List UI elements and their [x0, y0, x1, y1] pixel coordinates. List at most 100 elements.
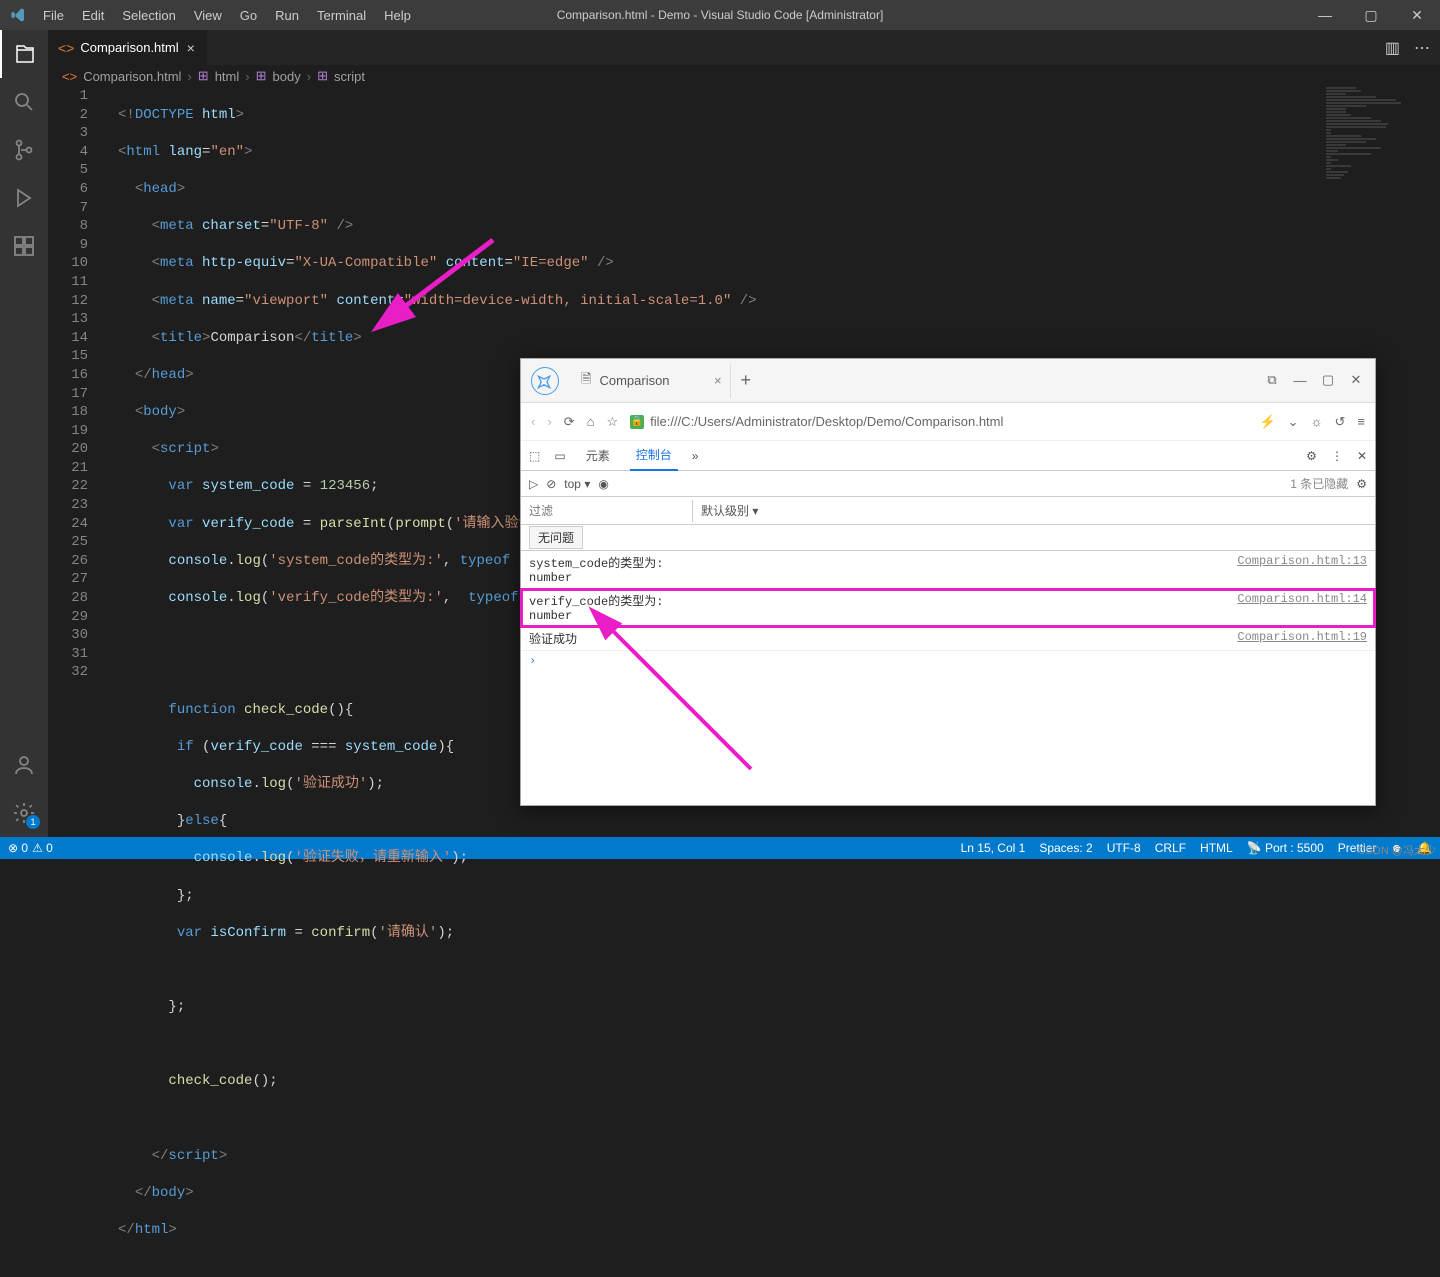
nav-back-icon[interactable]: ‹ [531, 414, 535, 429]
tab-comparison[interactable]: <> Comparison.html × [48, 30, 208, 65]
browser-maximize-icon[interactable]: ▢ [1315, 369, 1341, 391]
window-title: Comparison.html - Demo - Visual Studio C… [557, 8, 884, 22]
device-icon[interactable]: ▭ [554, 449, 565, 463]
breadcrumb-body[interactable]: body [273, 69, 301, 84]
window-minimize-icon[interactable]: — [1302, 0, 1348, 30]
settings-gear-icon[interactable]: 1 [0, 789, 48, 837]
lock-icon: 🔒 [630, 415, 644, 429]
breadcrumb-file[interactable]: Comparison.html [83, 69, 181, 84]
breadcrumb-html[interactable]: html [215, 69, 240, 84]
nav-home-icon[interactable]: ⌂ [587, 414, 595, 429]
browser-new-tab-icon[interactable]: + [731, 366, 762, 395]
devtools-tab-console[interactable]: 控制台 [630, 440, 678, 471]
menu-run[interactable]: Run [267, 4, 307, 27]
status-liveserver[interactable]: 📡 Port : 5500 [1247, 841, 1324, 855]
console-clear-icon[interactable]: ⊘ [546, 477, 556, 491]
devtools-tabbar: ⬚ ▭ 元素 控制台 » ⚙ ⋮ ✕ [521, 441, 1375, 471]
window-close-icon[interactable]: ✕ [1394, 0, 1440, 30]
menu-go[interactable]: Go [232, 4, 265, 27]
run-debug-icon[interactable] [0, 174, 48, 222]
minimap[interactable] [1326, 87, 1426, 207]
browser-menu-icon[interactable]: ≡ [1357, 414, 1365, 429]
console-source-link[interactable]: Comparison.html:14 [1237, 592, 1367, 623]
theme-icon[interactable]: ☼ [1311, 414, 1323, 429]
console-row: system_code的类型为: number Comparison.html:… [521, 551, 1375, 589]
flash-icon[interactable]: ⚡ [1259, 414, 1275, 430]
tab-close-icon[interactable]: × [185, 38, 197, 58]
menu-edit[interactable]: Edit [74, 4, 112, 27]
console-level-select[interactable]: 默认级别 ▾ [693, 498, 766, 523]
split-editor-icon[interactable]: ▥ [1385, 38, 1400, 58]
console-messages: system_code的类型为: number Comparison.html:… [521, 551, 1375, 671]
browser-tab[interactable]: 🗎 Comparison × [569, 364, 731, 398]
browser-tab-close-icon[interactable]: × [714, 373, 722, 388]
browser-tab-title: Comparison [599, 373, 669, 388]
accounts-icon[interactable] [0, 741, 48, 789]
tabs-bar: <> Comparison.html × ▥ ⋯ [48, 30, 1440, 65]
console-row-highlighted: verify_code的类型为: number Comparison.html:… [521, 589, 1375, 627]
devtools-close-icon[interactable]: ✕ [1357, 449, 1367, 463]
menu-view[interactable]: View [186, 4, 230, 27]
console-settings-icon[interactable]: ⚙ [1356, 477, 1367, 491]
nav-reload-icon[interactable]: ⟳ [564, 414, 575, 430]
more-tabs-icon[interactable]: » [692, 449, 699, 463]
vscode-logo-icon [0, 7, 35, 23]
watermark: CSDN @冯大少 [1358, 842, 1436, 858]
browser-close-icon[interactable]: ✕ [1343, 369, 1369, 391]
symbol-icon: ⊞ [256, 68, 267, 84]
console-filter-bar: 默认级别 ▾ [521, 497, 1375, 525]
console-source-link[interactable]: Comparison.html:13 [1237, 554, 1367, 585]
history-icon[interactable]: ↺ [1335, 414, 1346, 430]
status-indent[interactable]: Spaces: 2 [1039, 841, 1092, 855]
status-warnings[interactable]: ⚠ 0 [32, 841, 53, 855]
no-issues-button[interactable]: 无问题 [529, 526, 583, 549]
editor-actions: ▥ ⋯ [1385, 38, 1440, 58]
titlebar: File Edit Selection View Go Run Terminal… [0, 0, 1440, 30]
status-encoding[interactable]: UTF-8 [1107, 841, 1141, 855]
menu-file[interactable]: File [35, 4, 72, 27]
menu-terminal[interactable]: Terminal [309, 4, 374, 27]
console-message: 验证成功 [529, 630, 1237, 647]
console-source-link[interactable]: Comparison.html:19 [1237, 630, 1367, 647]
console-filter-input[interactable] [521, 500, 693, 522]
console-eye-icon[interactable]: ◉ [598, 477, 608, 491]
browser-compass-icon[interactable] [531, 367, 559, 395]
source-control-icon[interactable] [0, 126, 48, 174]
window-maximize-icon[interactable]: ▢ [1348, 0, 1394, 30]
chevron-right-icon: › [307, 69, 311, 84]
url-input[interactable]: 🔒 file:///C:/Users/Administrator/Desktop… [630, 414, 1247, 429]
devtools-tab-elements[interactable]: 元素 [580, 441, 616, 470]
nav-forward-icon[interactable]: › [547, 414, 551, 429]
explorer-icon[interactable] [0, 30, 48, 78]
menu-help[interactable]: Help [376, 4, 419, 27]
status-cursor[interactable]: Ln 15, Col 1 [961, 841, 1026, 855]
console-context-select[interactable]: top ▾ [564, 477, 590, 491]
console-toolbar: ▷ ⊘ top ▾ ◉ 1 条已隐藏 ⚙ [521, 471, 1375, 497]
console-run-icon[interactable]: ▷ [529, 477, 538, 491]
breadcrumb-script[interactable]: script [334, 69, 365, 84]
symbol-icon: ⊞ [198, 68, 209, 84]
browser-minimize-icon[interactable]: — [1287, 369, 1313, 391]
console-message: system_code的类型为: number [529, 554, 1237, 585]
console-message: verify_code的类型为: number [529, 592, 1237, 623]
page-icon: 🗎 [581, 370, 591, 392]
devtools-gear-icon[interactable]: ⚙ [1306, 449, 1317, 463]
breadcrumb[interactable]: <> Comparison.html › ⊞ html › ⊞ body › ⊞… [48, 65, 1440, 87]
status-eol[interactable]: CRLF [1155, 841, 1186, 855]
status-errors[interactable]: ⊗ 0 [8, 841, 28, 855]
inspect-icon[interactable]: ⬚ [529, 449, 540, 463]
more-actions-icon[interactable]: ⋯ [1414, 38, 1430, 58]
tab-label: Comparison.html [80, 40, 178, 55]
window-controls: — ▢ ✕ [1302, 0, 1440, 30]
browser-pin-icon[interactable]: ⧉ [1259, 369, 1285, 391]
console-prompt[interactable]: › [521, 651, 1375, 671]
chevron-down-icon[interactable]: ⌄ [1288, 414, 1299, 430]
menubar: File Edit Selection View Go Run Terminal… [35, 4, 419, 27]
html-file-icon: <> [58, 40, 74, 56]
nav-favorite-icon[interactable]: ☆ [606, 414, 618, 430]
devtools-more-icon[interactable]: ⋮ [1331, 449, 1343, 463]
status-language[interactable]: HTML [1200, 841, 1233, 855]
menu-selection[interactable]: Selection [114, 4, 183, 27]
search-icon[interactable] [0, 78, 48, 126]
extensions-icon[interactable] [0, 222, 48, 270]
